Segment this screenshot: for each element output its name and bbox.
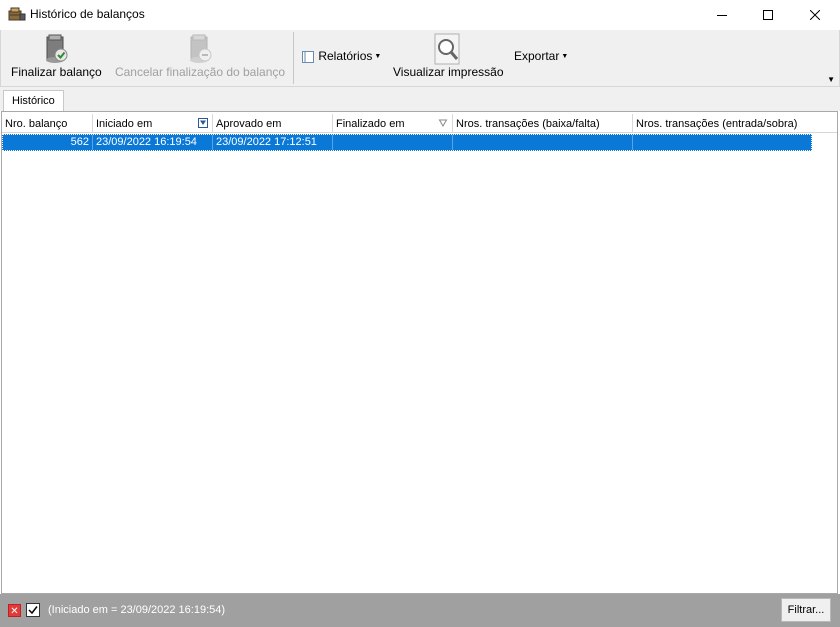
finalize-label: Finalizar balanço [11, 65, 102, 79]
cell-nro-balanco: 562 [3, 135, 93, 150]
print-preview-label: Visualizar impressão [393, 65, 504, 79]
column-header-finalizado-label: Finalizado em [336, 118, 405, 130]
column-header-baixa-falta[interactable]: Nros. transações (baixa/falta) [453, 114, 633, 133]
column-header-iniciado-label: Iniciado em [96, 118, 153, 130]
finalize-balance-icon [46, 34, 68, 63]
export-dropdown-icon: ▼ [561, 53, 569, 61]
history-window: Histórico de balanços Finalizar balanço [0, 0, 840, 627]
checkmark-icon [28, 606, 38, 615]
cancel-finalize-label: Cancelar finalização do balanço [114, 65, 286, 79]
column-header-aprovado-em[interactable]: Aprovado em [213, 114, 333, 133]
filter-expression[interactable]: (Iniciado em = 23/09/2022 16:19:54) [48, 604, 225, 616]
grid-header: Nro. balanço Iniciado em Aprovado em Fin… [2, 114, 837, 134]
clear-filter-icon: ✕ [10, 606, 19, 617]
active-filter-icon[interactable] [198, 118, 208, 128]
reports-icon [302, 50, 314, 63]
export-label: Exportar [514, 49, 560, 63]
cell-baixa-falta [453, 135, 633, 150]
close-icon [810, 10, 820, 20]
toolbar-overflow-icon[interactable]: ▼ [827, 75, 835, 84]
export-button[interactable]: Exportar ▼ [514, 49, 568, 63]
minimize-icon [717, 15, 727, 16]
clear-filter-button[interactable]: ✕ [8, 604, 21, 617]
print-preview-button[interactable]: Visualizar impressão [393, 33, 504, 79]
column-header-iniciado-em[interactable]: Iniciado em [93, 114, 213, 133]
tab-strip: Histórico [0, 87, 840, 112]
column-header-nro-balanco[interactable]: Nro. balanço [2, 114, 93, 133]
cancel-finalize-button[interactable]: Cancelar finalização do balanço [114, 33, 286, 79]
window-title: Histórico de balanços [30, 7, 145, 21]
filter-button[interactable]: Filtrar... [781, 598, 831, 622]
reports-label: Relatórios [318, 49, 373, 63]
column-header-entrada-sobra[interactable]: Nros. transações (entrada/sobra) [633, 114, 837, 133]
cell-iniciado-em: 23/09/2022 16:19:54 [93, 135, 213, 150]
toolbar: Finalizar balanço Cancelar finalização d… [0, 30, 840, 87]
title-bar: Histórico de balanços [0, 0, 840, 30]
filter-enabled-checkbox[interactable] [26, 603, 40, 617]
print-preview-icon [434, 33, 460, 65]
cell-entrada-sobra [633, 135, 811, 150]
maximize-button[interactable] [745, 0, 791, 30]
app-icon [8, 6, 26, 22]
history-grid[interactable]: Nro. balanço Iniciado em Aprovado em Fin… [1, 111, 838, 594]
cancel-finalize-icon [190, 34, 212, 63]
finalize-button[interactable]: Finalizar balanço [11, 33, 102, 79]
cell-finalizado-em [333, 135, 453, 150]
toolbar-separator [293, 32, 294, 84]
minimize-button[interactable] [699, 0, 745, 30]
reports-button[interactable]: Relatórios ▼ [301, 49, 381, 64]
close-button[interactable] [792, 0, 838, 30]
filter-bar: ✕ (Iniciado em = 23/09/2022 16:19:54) Fi… [0, 594, 840, 627]
table-row[interactable]: 562 23/09/2022 16:19:54 23/09/2022 17:12… [2, 134, 812, 151]
reports-dropdown-icon: ▼ [374, 53, 382, 61]
cell-aprovado-em: 23/09/2022 17:12:51 [213, 135, 333, 150]
maximize-icon [763, 10, 773, 20]
column-header-finalizado-em[interactable]: Finalizado em [333, 114, 453, 133]
tab-historico[interactable]: Histórico [3, 90, 64, 112]
filter-icon[interactable] [438, 118, 448, 128]
